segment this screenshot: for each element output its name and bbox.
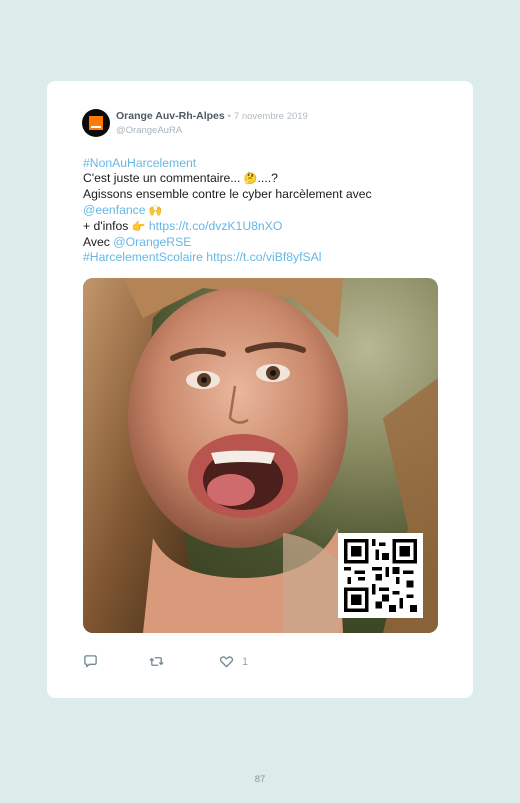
orange-logo-icon bbox=[89, 116, 103, 130]
text-fragment: Avec bbox=[83, 235, 114, 250]
author-name[interactable]: Orange Auv-Rh-Alpes bbox=[116, 110, 225, 122]
text-fragment: ....? bbox=[257, 171, 278, 186]
reply-button[interactable] bbox=[83, 654, 98, 669]
text-fragment: + d'infos bbox=[83, 218, 132, 233]
raising-hands-icon: 🙌 bbox=[148, 204, 163, 217]
tweet-header: Orange Auv-Rh-Alpes • 7 novembre 2019 bbox=[116, 110, 308, 122]
url-link[interactable]: https://t.co/dvzK1U8nXO bbox=[149, 219, 282, 233]
tweet-date[interactable]: 7 novembre 2019 bbox=[234, 111, 308, 122]
tweet-media-image[interactable] bbox=[83, 278, 438, 633]
tweet-text: #NonAuHarcelement C'est juste un comment… bbox=[83, 156, 443, 265]
tweet-card: Orange Auv-Rh-Alpes • 7 novembre 2019 @O… bbox=[47, 81, 473, 698]
avatar[interactable] bbox=[82, 109, 110, 137]
pointing-right-icon: 👉 bbox=[131, 220, 146, 233]
mention-link[interactable]: @eenfance bbox=[83, 203, 146, 217]
header-separator: • bbox=[227, 111, 231, 122]
text-fragment: C'est juste un commentaire... bbox=[83, 171, 244, 186]
like-button[interactable]: 1 bbox=[219, 654, 248, 669]
thinking-face-icon: 🤔 bbox=[243, 173, 258, 186]
hashtag-link[interactable]: #NonAuHarcelement bbox=[83, 156, 196, 170]
mention-link[interactable]: @OrangeRSE bbox=[113, 235, 191, 249]
like-count: 1 bbox=[242, 655, 249, 668]
retweet-icon bbox=[149, 657, 164, 666]
author-handle[interactable]: @OrangeAuRA bbox=[116, 125, 182, 136]
qr-code-icon[interactable] bbox=[338, 533, 423, 618]
reply-icon bbox=[84, 655, 97, 668]
hashtag-link[interactable]: #HarcelementScolaire bbox=[83, 250, 203, 264]
url-link[interactable]: https://t.co/viBf8yfSAl bbox=[206, 250, 321, 264]
retweet-button[interactable] bbox=[149, 654, 164, 669]
text-fragment: Agissons ensemble contre le cyber harcèl… bbox=[83, 187, 372, 202]
tweet-actions: 1 bbox=[83, 654, 283, 670]
heart-icon bbox=[219, 656, 234, 668]
page-number: 87 bbox=[254, 774, 266, 785]
